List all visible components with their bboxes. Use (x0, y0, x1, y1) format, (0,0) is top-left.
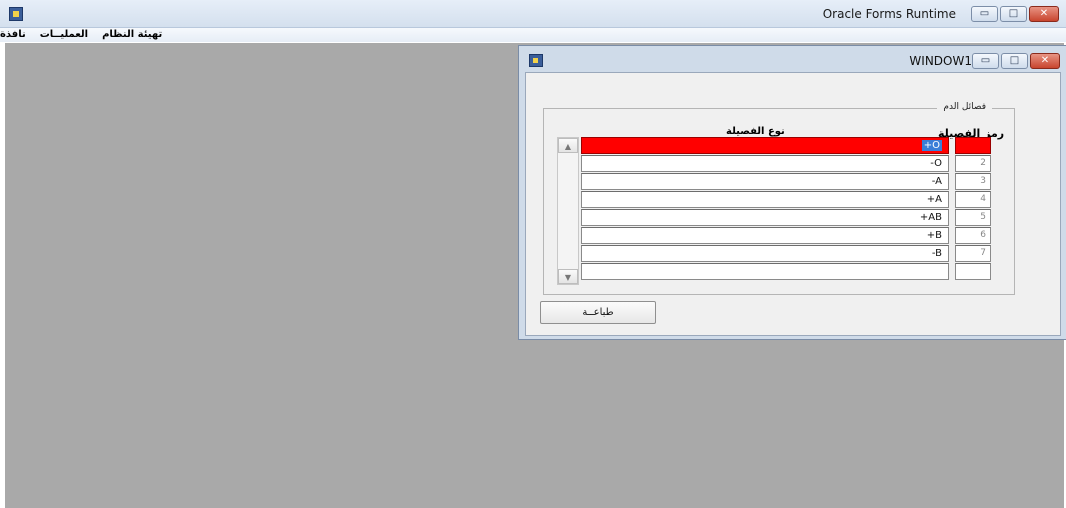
maximize-icon: □ (1008, 8, 1019, 19)
table-row[interactable] (581, 263, 991, 280)
code-field[interactable] (955, 263, 991, 280)
blood-type-field[interactable] (581, 263, 949, 280)
close-icon: ✕ (1040, 55, 1050, 66)
blood-type-field[interactable]: +A (581, 191, 949, 208)
close-button[interactable]: ✕ (1029, 6, 1059, 22)
code-field[interactable]: 6 (955, 227, 991, 244)
window1-canvas: فصائل الدم نوع الفصيلة رمز الفصيلة ▲ ▼ +… (525, 72, 1061, 336)
scroll-up-arrow-icon[interactable]: ▲ (558, 138, 578, 153)
app-titlebar: Oracle Forms Runtime ▭ □ ✕ (0, 0, 1066, 28)
window1: WINDOW1 ▭ □ ✕ فصائل الدم نوع الفصيلة رمز… (518, 45, 1066, 340)
blood-type-field[interactable]: -O (581, 155, 949, 172)
table-row[interactable]: +B 6 (581, 227, 991, 244)
oracle-forms-icon[interactable] (9, 7, 23, 21)
app-window-controls: ▭ □ ✕ (971, 6, 1059, 22)
scroll-down-arrow-icon[interactable]: ▼ (558, 269, 578, 284)
table-row[interactable]: +O 1 (581, 137, 991, 154)
frame-title: فصائل الدم (937, 102, 992, 112)
window1-titlebar: WINDOW1 ▭ □ ✕ (519, 46, 1066, 72)
table-row[interactable]: +AB 5 (581, 209, 991, 226)
app-title: Oracle Forms Runtime (822, 7, 956, 21)
window1-maximize-button[interactable]: □ (1001, 53, 1028, 69)
code-field[interactable]: 4 (955, 191, 991, 208)
column-header-blood-type: نوع الفصيلة (726, 126, 785, 137)
minimize-icon: ▭ (979, 8, 990, 19)
blood-type-field[interactable]: -B (581, 245, 949, 262)
table-row[interactable]: -B 7 (581, 245, 991, 262)
maximize-button[interactable]: □ (1000, 6, 1027, 22)
table-row[interactable]: -A 3 (581, 173, 991, 190)
menu-item-operations[interactable]: العمليــات (40, 28, 88, 42)
window1-title: WINDOW1 (909, 54, 972, 68)
window1-controls: ▭ □ ✕ (972, 53, 1060, 69)
blood-type-field[interactable]: +B (581, 227, 949, 244)
code-field[interactable]: 2 (955, 155, 991, 172)
blood-type-field[interactable]: +AB (581, 209, 949, 226)
minimize-button[interactable]: ▭ (971, 6, 998, 22)
window1-close-button[interactable]: ✕ (1030, 53, 1060, 69)
code-field[interactable]: 3 (955, 173, 991, 190)
table-row[interactable]: +A 4 (581, 191, 991, 208)
menu-item-system-setup[interactable]: تهيئة النظام (102, 28, 162, 42)
blood-type-field[interactable]: +O (581, 137, 949, 154)
code-field[interactable]: 7 (955, 245, 991, 262)
records-scrollbar[interactable]: ▲ ▼ (557, 137, 579, 285)
code-field[interactable]: 1 (955, 137, 991, 154)
code-field[interactable]: 5 (955, 209, 991, 226)
maximize-icon: □ (1009, 55, 1020, 66)
table-row[interactable]: -O 2 (581, 155, 991, 172)
close-icon: ✕ (1039, 8, 1049, 19)
minimize-icon: ▭ (980, 55, 991, 66)
menu-item-window[interactable]: نافذة (0, 28, 26, 42)
blood-type-field[interactable]: -A (581, 173, 949, 190)
window1-minimize-button[interactable]: ▭ (972, 53, 999, 69)
menu-bar: تهيئة النظام العمليــات نافذة (0, 28, 1066, 42)
print-button[interactable]: طباعــة (540, 301, 656, 324)
oracle-forms-icon[interactable] (529, 54, 543, 67)
